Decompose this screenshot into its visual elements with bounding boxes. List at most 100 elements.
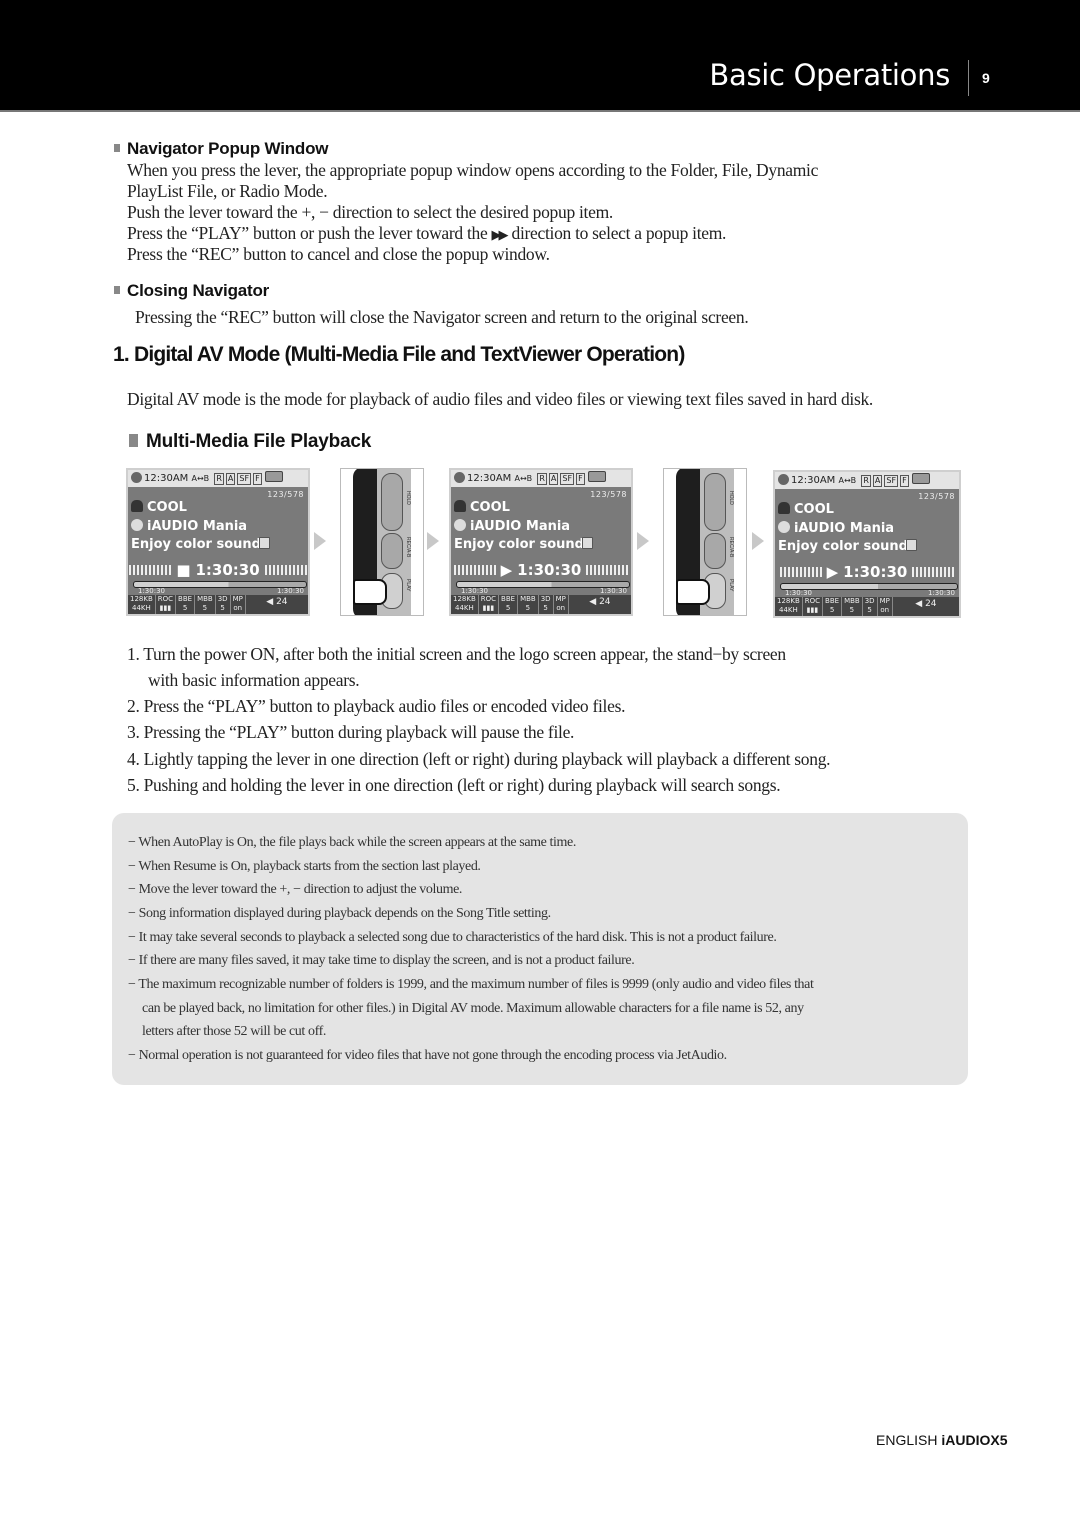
bullet-square-icon [114, 144, 120, 152]
screen-info-bar: 128KB 44KH ROC ▮▮▮ BBE 5 MBB 5 3D 5 MP on ◀ 24 [128, 595, 308, 614]
arrow-right-icon [314, 532, 326, 550]
shuffle-icon: SF [237, 473, 252, 485]
level-meter-left [129, 565, 172, 575]
hold-label: HOLD [728, 491, 734, 505]
mp-label: MP [555, 595, 566, 603]
album-disc-icon [131, 519, 143, 531]
album-disc-icon [454, 519, 466, 531]
play-icon: ▶ [826, 563, 839, 581]
bitrate: 128KB [777, 597, 800, 605]
3d-cell: 3D 5 [863, 597, 878, 616]
page-footer: ENGLISH iAUDIOX5 [876, 1432, 1007, 1448]
step-item: 4. Lightly tapping the lever in one dire… [127, 749, 831, 769]
navigator-popup-play-line: Press the “PLAY” button or push the leve… [127, 223, 726, 245]
step-item-continued: with basic information appears. [148, 670, 360, 690]
play-line-text: Press the “PLAY” button or push the leve… [127, 223, 488, 243]
mbb-cell: MBB 5 [195, 595, 216, 614]
total-time: 1:30:30 [928, 589, 955, 597]
clock-icon [454, 472, 465, 483]
level-meter-right [586, 565, 629, 575]
roc-cell: ROC ▮▮▮ [803, 597, 824, 616]
eq-bars-icon: ▮▮▮ [806, 606, 819, 614]
album-line: iAUDIO Mania [778, 521, 894, 536]
title-line: Enjoy color sound [131, 537, 270, 552]
device-screen-playing: 12:30AM A↔B R A SF F 123/578 COOL iAUDIO Ma… [449, 468, 633, 616]
pointing-hand-icon [353, 579, 387, 605]
volume-cell: ◀ 24 [246, 595, 308, 614]
device-side-buttons: HOLD REC/A-B PLAY [663, 468, 747, 616]
level-meter-left [453, 565, 496, 575]
3d-label: 3D [217, 595, 228, 603]
song-title: Enjoy color sound [454, 537, 584, 552]
note-item: − If there are many files saved, it may … [128, 953, 635, 968]
mbb-value: 5 [849, 606, 855, 614]
track-count: 123/578 [918, 492, 955, 501]
speaker-icon: ◀ [266, 597, 274, 607]
bullet-square-icon [114, 286, 120, 294]
mbb-value: 5 [525, 604, 531, 612]
note-item-continued: letters after those 52 will be cut off. [142, 1024, 326, 1039]
3d-value: 5 [220, 604, 225, 612]
volume-cell: ◀ 24 [569, 595, 631, 614]
playback-time: 1:30:30 [195, 561, 260, 579]
battery-icon [264, 471, 283, 482]
artist-icon [454, 500, 466, 512]
artist-name: COOL [147, 500, 187, 515]
clock-time: 12:30AM [144, 473, 189, 484]
screen-status-bar: 12:30AM A↔B R A SF F [128, 470, 308, 487]
page-title: Basic Operations [709, 58, 950, 92]
mp-value: on [880, 606, 890, 614]
ab-repeat-indicator: A↔B [514, 474, 533, 483]
header-divider [968, 60, 969, 96]
3d-value: 5 [867, 606, 872, 614]
album-name: iAUDIO Mania [794, 521, 895, 536]
note-item: − When AutoPlay is On, the file plays ba… [128, 835, 576, 850]
mp-value: on [556, 604, 566, 612]
arrow-right-icon [427, 532, 439, 550]
bitrate: 128KB [130, 595, 153, 603]
samplerate: 44KH [455, 604, 474, 612]
artist-line: COOL [778, 502, 834, 517]
clock-icon [131, 472, 142, 483]
album-name: iAUDIO Mania [147, 519, 248, 534]
samplerate: 44KH [779, 606, 798, 614]
heading-text: Closing Navigator [127, 281, 270, 300]
roc-label: ROC [480, 595, 497, 603]
mbb-value: 5 [202, 604, 208, 612]
device-side-buttons: HOLD REC/A-B PLAY [340, 468, 424, 616]
note-item: − Normal operation is not guaranteed for… [128, 1048, 727, 1063]
shuffle-icon: SF [560, 473, 575, 485]
step-item: 1. Turn the power ON, after both the ini… [127, 644, 786, 664]
rec-label: REC/A-B [405, 537, 411, 558]
level-meter-right [264, 565, 307, 575]
closing-navigator-heading: Closing Navigator [114, 281, 269, 301]
playback-time: 1:30:30 [843, 563, 908, 581]
speaker-icon: ◀ [589, 597, 597, 607]
note-item: − When Resume is On, playback starts fro… [128, 859, 481, 874]
clock-icon [778, 474, 789, 485]
bbe-value: 5 [505, 604, 511, 612]
step-item: 5. Pushing and holding the lever in one … [127, 775, 781, 795]
mp-value: on [233, 604, 243, 612]
navigator-popup-heading: Navigator Popup Window [114, 139, 329, 159]
page-number: 9 [982, 70, 990, 86]
closing-navigator-text: Pressing the “REC” button will close the… [135, 307, 749, 327]
pointing-hand-icon [676, 579, 710, 605]
album-disc-icon [778, 521, 790, 533]
repeat-icon: R [861, 475, 871, 487]
play-line-text-end: direction to select a popup item. [511, 223, 727, 243]
playback-time-row: ■ 1:30:30 [128, 561, 308, 579]
speaker-icon: ◀ [915, 599, 923, 609]
mp-label: MP [879, 597, 890, 605]
track-count: 123/578 [590, 490, 627, 499]
playback-time: 1:30:30 [517, 561, 582, 579]
navigator-popup-rec-line: Press the “REC” button to cancel and clo… [127, 244, 550, 264]
3d-label: 3D [864, 597, 875, 605]
navigator-popup-line: PlayList File, or Radio Mode. [127, 181, 328, 201]
bullet-square-icon [129, 434, 138, 447]
play-icon: ▶ [500, 561, 513, 579]
samplerate: 44KH [132, 604, 151, 612]
play-label: PLAY [405, 579, 411, 592]
artist-icon [131, 500, 143, 512]
fast-forward-icon: ▶▶ [491, 227, 509, 242]
